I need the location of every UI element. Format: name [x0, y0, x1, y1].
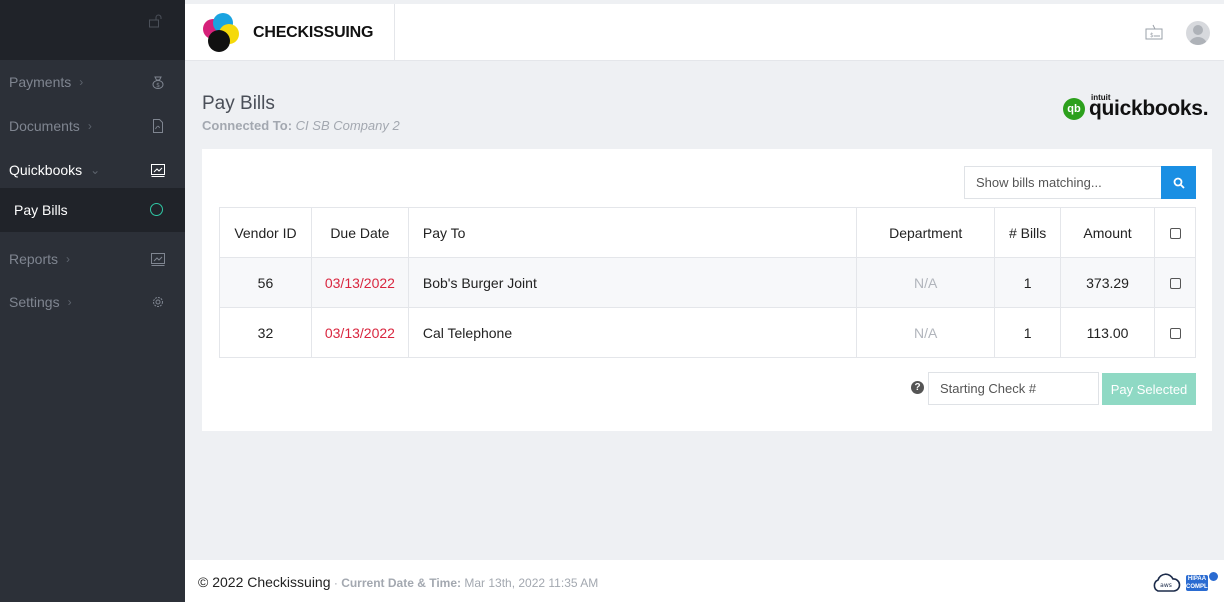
- col-due-date[interactable]: Due Date: [310, 207, 409, 258]
- pay-to-cell: Cal Telephone: [407, 307, 858, 358]
- sidebar-item-pay-bills[interactable]: Pay Bills: [0, 188, 185, 232]
- gear-icon: [153, 297, 163, 307]
- starting-check-number-input[interactable]: [928, 372, 1099, 405]
- report-icon: [151, 253, 165, 266]
- sidebar-item-label: Quickbooks: [9, 162, 83, 178]
- help-icon[interactable]: ?: [911, 381, 924, 394]
- search-icon: [1173, 177, 1185, 189]
- brand-name: CHECKISSUING: [253, 23, 374, 41]
- chevron-right-icon: ›: [67, 295, 72, 309]
- sidebar-item-label: Documents: [9, 118, 80, 134]
- table-row[interactable]: 32 03/13/2022 Cal Telephone N/A 1 113.00: [219, 307, 1196, 358]
- datetime-value: Mar 13th, 2022 11:35 AM: [464, 576, 599, 590]
- amount-cell: 113.00: [1060, 307, 1155, 358]
- vendor-id-cell: 32: [219, 307, 312, 358]
- table-row[interactable]: 56 03/13/2022 Bob's Burger Joint N/A 1 3…: [219, 257, 1196, 308]
- datetime-label: Current Date & Time:: [341, 576, 461, 590]
- row-checkbox[interactable]: [1169, 278, 1181, 290]
- sidebar-item-reports[interactable]: Reports ›: [0, 237, 185, 281]
- row-select-cell: [1154, 307, 1196, 358]
- sidebar-item-payments[interactable]: Payments › $: [0, 60, 185, 104]
- sidebar-item-settings[interactable]: Settings ›: [0, 280, 185, 324]
- connected-company: CI SB Company 2: [295, 118, 400, 133]
- hipaa-check-icon: [1208, 571, 1219, 582]
- sidebar-item-label: Settings: [9, 294, 60, 310]
- col-bills[interactable]: # Bills: [994, 207, 1062, 258]
- row-select-cell: [1154, 257, 1196, 308]
- department-cell: N/A: [856, 307, 996, 358]
- copyright-text: © 2022 Checkissuing: [198, 574, 331, 590]
- table-header-row: Vendor ID Due Date Pay To Department # B…: [219, 207, 1196, 258]
- active-ring-icon: [150, 203, 163, 216]
- brand-logo[interactable]: CHECKISSUING: [185, 4, 395, 61]
- bills-count-cell: 1: [994, 307, 1062, 358]
- chevron-right-icon: ›: [87, 119, 92, 133]
- search-button[interactable]: [1161, 166, 1196, 199]
- pay-to-cell: Bob's Burger Joint: [407, 257, 858, 308]
- bills-count-cell: 1: [994, 257, 1062, 308]
- cmyk-logo-icon: [203, 12, 239, 52]
- due-date-cell: 03/13/2022: [310, 307, 409, 358]
- bill-search-input[interactable]: [964, 166, 1161, 199]
- select-all-checkbox[interactable]: [1169, 228, 1181, 240]
- sidebar: Payments › $ Documents › Quickbooks ⌄ Pa…: [0, 0, 185, 602]
- avatar[interactable]: [1186, 21, 1210, 45]
- footer: © 2022 Checkissuing · Current Date & Tim…: [185, 560, 1224, 602]
- hipaa-badge: HIPAA COMPLIANT: [1186, 575, 1222, 591]
- sidebar-item-quickbooks[interactable]: Quickbooks ⌄: [0, 148, 185, 192]
- col-department[interactable]: Department: [856, 207, 996, 258]
- select-all-cell: [1154, 207, 1196, 258]
- chevron-right-icon: ›: [79, 75, 84, 89]
- bills-card: Vendor ID Due Date Pay To Department # B…: [202, 149, 1212, 431]
- user-icon: [1189, 25, 1207, 45]
- row-checkbox[interactable]: [1169, 328, 1181, 340]
- sidebar-item-label: Reports: [9, 251, 59, 267]
- col-amount[interactable]: Amount: [1060, 207, 1155, 258]
- datetime-line: Current Date & Time: Mar 13th, 2022 11:3…: [341, 576, 598, 590]
- svg-text:$: $: [1150, 32, 1154, 39]
- bills-table: Vendor ID Due Date Pay To Department # B…: [219, 207, 1196, 358]
- footer-text: © 2022 Checkissuing · Current Date & Tim…: [198, 574, 598, 590]
- sidebar-top: [0, 0, 185, 60]
- qb-wordmark: intuit quickbooks.: [1089, 93, 1209, 121]
- check-icon[interactable]: $: [1143, 24, 1165, 42]
- quickbooks-logo: qb intuit quickbooks.: [1063, 93, 1209, 121]
- qb-icon: qb: [1063, 98, 1085, 120]
- due-date-cell: 03/13/2022: [310, 257, 409, 308]
- pay-selected-button[interactable]: Pay Selected: [1102, 373, 1196, 405]
- footer-separator: ·: [330, 576, 342, 590]
- ledger-icon: [151, 164, 165, 177]
- unlock-icon[interactable]: [148, 14, 162, 28]
- vendor-id-cell: 56: [219, 257, 312, 308]
- col-pay-to[interactable]: Pay To: [407, 207, 858, 258]
- sidebar-item-documents[interactable]: Documents ›: [0, 104, 185, 148]
- col-vendor-id[interactable]: Vendor ID: [219, 207, 312, 258]
- aws-cloud-icon: aws: [1153, 573, 1181, 592]
- money-bag-icon: $: [152, 76, 164, 89]
- sidebar-item-label: Pay Bills: [14, 202, 68, 218]
- amount-cell: 373.29: [1060, 257, 1155, 308]
- sidebar-item-label: Payments: [9, 74, 72, 90]
- qb-intuit-text: intuit: [1091, 93, 1111, 102]
- top-header: CHECKISSUING $: [185, 4, 1224, 61]
- svg-text:$: $: [156, 82, 160, 89]
- page-title: Pay Bills: [202, 93, 275, 114]
- department-cell: N/A: [856, 257, 996, 308]
- chevron-right-icon: ›: [66, 252, 71, 266]
- chevron-down-icon: ⌄: [90, 163, 101, 177]
- aws-label: aws: [1160, 582, 1172, 589]
- connection-status: Connected To: CI SB Company 2: [202, 118, 400, 133]
- connected-label: Connected To:: [202, 118, 293, 133]
- pdf-icon: [153, 119, 163, 133]
